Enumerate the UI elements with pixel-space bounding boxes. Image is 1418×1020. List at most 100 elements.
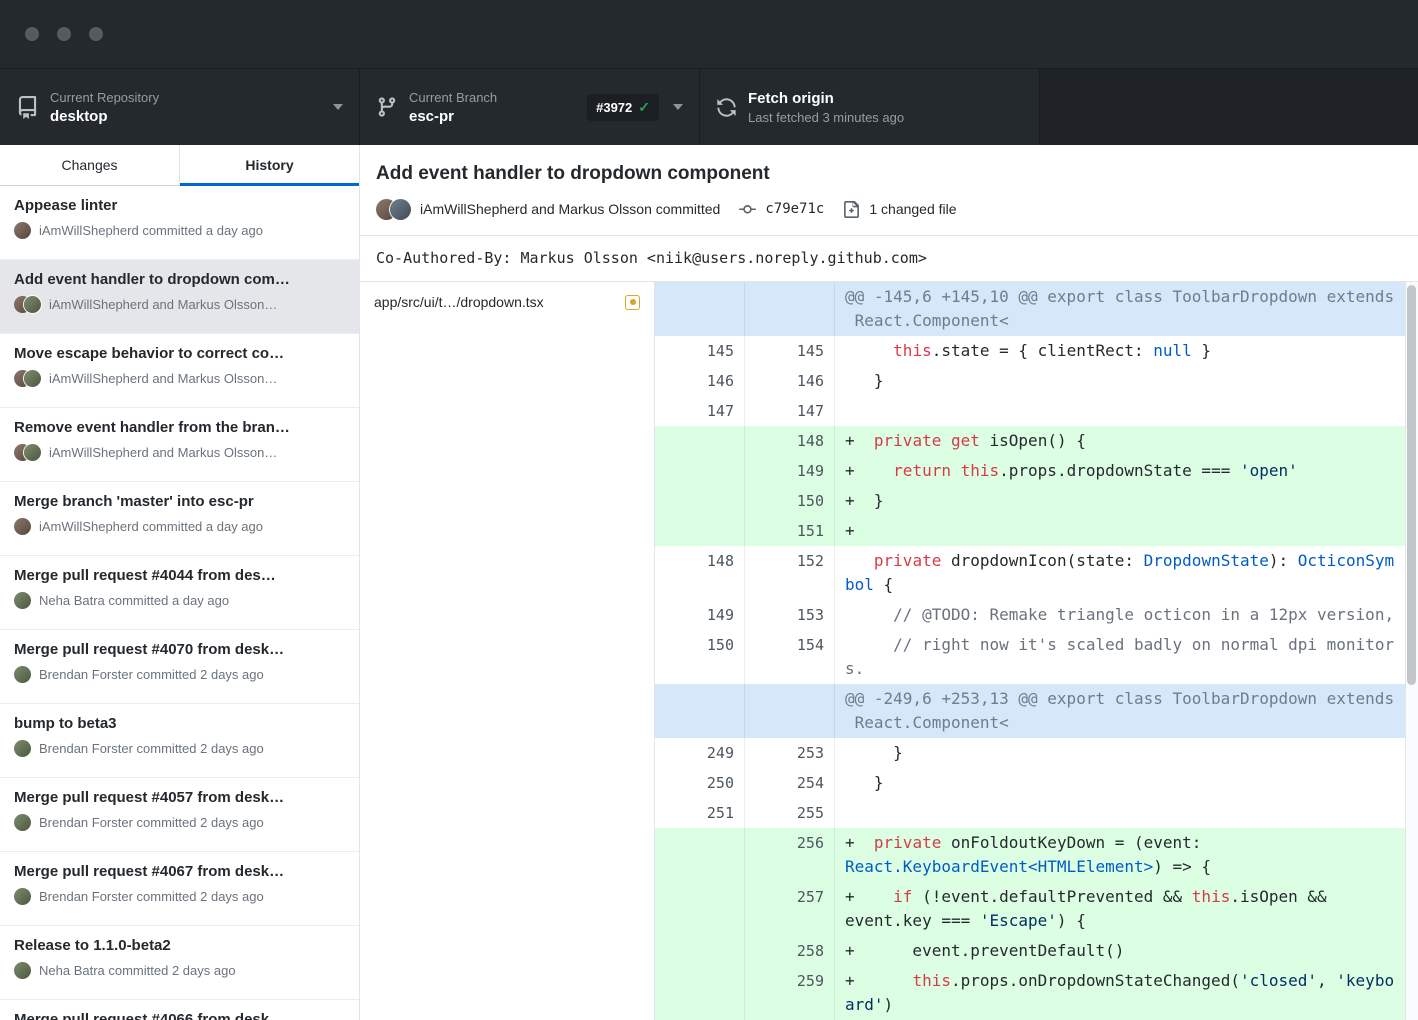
diff-view: @@ -145,6 +145,10 @@ export class Toolba… (655, 282, 1418, 1020)
diff-code-row: 145145 this.state = { clientRect: null } (655, 336, 1418, 366)
commit-avatars (14, 888, 31, 905)
commit-title: Merge pull request #4057 from desk… (14, 789, 345, 806)
git-commit-icon (739, 201, 756, 218)
repo-icon (16, 96, 39, 119)
file-diff-icon (843, 201, 860, 218)
commit-sha: c79e71c (765, 201, 824, 217)
commit-list-item[interactable]: Merge pull request #4057 from desk… Bren… (0, 778, 359, 852)
commit-summary-header: Add event handler to dropdown component … (360, 145, 1418, 236)
diff-code-line: + } (835, 486, 1418, 516)
fetch-origin-button[interactable]: Fetch origin Last fetched 3 minutes ago (700, 69, 1040, 145)
commit-meta: iAmWillShepherd committed a day ago (14, 222, 345, 239)
commit-list-item[interactable]: Move escape behavior to correct co… iAmW… (0, 334, 359, 408)
diff-old-line-number (655, 486, 745, 516)
diff-code-line: } (835, 738, 1418, 768)
chevron-down-icon (673, 104, 683, 110)
diff-code-row: 250254 } (655, 768, 1418, 798)
changed-files-list: app/src/ui/t…/dropdown.tsx (360, 282, 655, 1020)
diff-old-line-number: 250 (655, 768, 745, 798)
commit-title: Merge branch 'master' into esc-pr (14, 493, 345, 510)
repository-picker-button[interactable]: Current Repository desktop (0, 69, 360, 145)
commit-meta: Brendan Forster committed 2 days ago (14, 888, 345, 905)
diff-old-line-number (655, 936, 745, 966)
avatar (14, 518, 31, 535)
commit-title: bump to beta3 (14, 715, 345, 732)
diff-code-row: 256+ private onFoldoutKeyDown = (event: … (655, 828, 1418, 882)
scrollbar-thumb[interactable] (1407, 285, 1416, 685)
diff-code-line: + private onFoldoutKeyDown = (event: Rea… (835, 828, 1418, 882)
commit-meta-text: iAmWillShepherd committed a day ago (39, 223, 263, 238)
diff-code-row: 148152 private dropdownIcon(state: Dropd… (655, 546, 1418, 600)
commit-list-item[interactable]: Merge pull request #4067 from desk… Bren… (0, 852, 359, 926)
diff-new-line-number: 149 (745, 456, 835, 486)
diff-new-line-number: 256 (745, 828, 835, 882)
diff-new-line-number: 259 (745, 966, 835, 1020)
commit-meta-text: iAmWillShepherd and Markus Olsson… (49, 445, 277, 460)
diff-code-row: 251255 (655, 798, 1418, 828)
commit-description: Co-Authored-By: Markus Olsson <niik@user… (360, 236, 1418, 282)
diff-new-line-number: 154 (745, 630, 835, 684)
diff-old-line-number: 150 (655, 630, 745, 684)
chevron-down-icon (333, 104, 343, 110)
diff-code-line (835, 798, 1418, 828)
commit-avatars (14, 222, 31, 239)
commit-list-item[interactable]: Merge branch 'master' into esc-pr iAmWil… (0, 482, 359, 556)
commit-list-item[interactable]: Merge pull request #4044 from des… Neha … (0, 556, 359, 630)
diff-code-line: } (835, 768, 1418, 798)
commit-meta-text: Brendan Forster committed 2 days ago (39, 667, 264, 682)
modified-file-icon (625, 295, 640, 310)
sidebar-tabs: Changes History (0, 145, 359, 186)
close-button[interactable] (25, 27, 39, 41)
commit-list-item[interactable]: Appease linter iAmWillShepherd committed… (0, 186, 359, 260)
diff-code-line: + if (!event.defaultPrevented && this.is… (835, 882, 1418, 936)
diff-new-line-number: 257 (745, 882, 835, 936)
toolbar-empty-area (1040, 69, 1418, 145)
commit-avatars (14, 370, 41, 387)
commit-avatars (14, 740, 31, 757)
diff-old-line-number: 147 (655, 396, 745, 426)
app-window: Current Repository desktop Current Branc… (0, 0, 1418, 1020)
commit-meta: Brendan Forster committed 2 days ago (14, 814, 345, 831)
commit-list-item[interactable]: Merge pull request #4070 from desk… Bren… (0, 630, 359, 704)
diff-new-line-number (745, 684, 835, 738)
diff-code-row: 150154 // right now it's scaled badly on… (655, 630, 1418, 684)
scrollbar-track[interactable] (1405, 282, 1418, 1020)
diff-code-line: // @TODO: Remake triangle octicon in a 1… (835, 600, 1418, 630)
avatar (14, 814, 31, 831)
diff-code-row: 151+ (655, 516, 1418, 546)
diff-old-line-number (655, 282, 745, 336)
diff-code-line: private dropdownIcon(state: DropdownStat… (835, 546, 1418, 600)
commit-title: Move escape behavior to correct co… (14, 345, 345, 362)
diff-new-line-number: 254 (745, 768, 835, 798)
tab-changes[interactable]: Changes (0, 145, 180, 185)
commit-title: Merge pull request #4044 from des… (14, 567, 345, 584)
diff-code-row: 257+ if (!event.defaultPrevented && this… (655, 882, 1418, 936)
commit-list-item[interactable]: Add event handler to dropdown com… iAmWi… (0, 260, 359, 334)
commit-list-item[interactable]: Remove event handler from the bran… iAmW… (0, 408, 359, 482)
diff-code-line: + this.props.onDropdownStateChanged('clo… (835, 966, 1418, 1020)
zoom-button[interactable] (89, 27, 103, 41)
avatar (24, 296, 41, 313)
diff-new-line-number: 145 (745, 336, 835, 366)
file-list-item[interactable]: app/src/ui/t…/dropdown.tsx (360, 282, 654, 322)
minimize-button[interactable] (57, 27, 71, 41)
branch-picker-button[interactable]: Current Branch esc-pr #3972 ✓ (360, 69, 700, 145)
diff-new-line-number: 147 (745, 396, 835, 426)
changed-files-count: 1 changed file (869, 201, 956, 217)
diff-new-line-number: 258 (745, 936, 835, 966)
tab-history[interactable]: History (180, 145, 359, 185)
check-icon: ✓ (638, 99, 650, 116)
diff-hunk-row: @@ -145,6 +145,10 @@ export class Toolba… (655, 282, 1418, 336)
commit-list-item[interactable]: Merge pull request #4066 from desk… Bren… (0, 1000, 359, 1020)
repository-picker-label: Current Repository (50, 90, 159, 105)
diff-hunk-row: @@ -249,6 +253,13 @@ export class Toolba… (655, 684, 1418, 738)
avatar (14, 740, 31, 757)
commit-list-item[interactable]: Release to 1.1.0-beta2 Neha Batra commit… (0, 926, 359, 1000)
commit-avatars (14, 296, 41, 313)
commit-list-item[interactable]: bump to beta3 Brendan Forster committed … (0, 704, 359, 778)
diff-old-line-number (655, 966, 745, 1020)
content: Changes History Appease linter iAmWillSh… (0, 145, 1418, 1020)
diff-code-line: this.state = { clientRect: null } (835, 336, 1418, 366)
commit-avatars (14, 962, 31, 979)
diff-code-row: 148+ private get isOpen() { (655, 426, 1418, 456)
